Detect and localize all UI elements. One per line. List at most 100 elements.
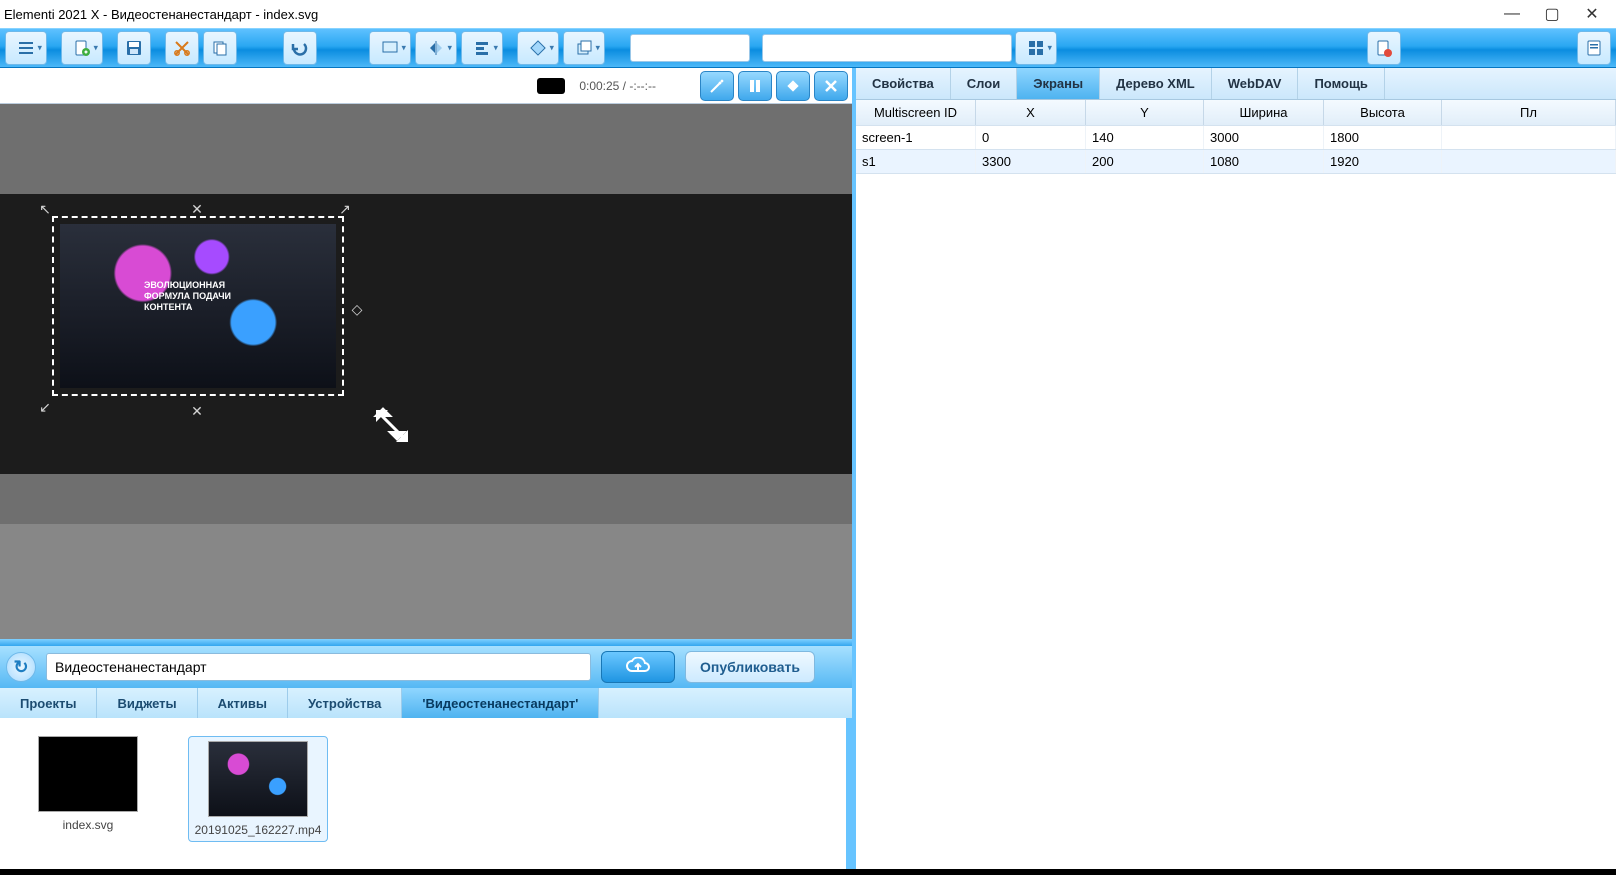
right-tabs: Свойства Слои Экраны Дерево XML WebDAV П… — [856, 68, 1616, 100]
refresh-button[interactable]: ↻ — [6, 652, 36, 682]
col-height[interactable]: Высота — [1324, 100, 1442, 125]
tab-current-project[interactable]: 'Видеостенанестандарт' — [402, 688, 599, 718]
window-title: Elementi 2021 X - Видеостенанестандарт -… — [4, 7, 1492, 22]
pause-icon — [748, 79, 762, 93]
publish-button[interactable]: Опубликовать — [685, 651, 815, 683]
right-panel: Свойства Слои Экраны Дерево XML WebDAV П… — [856, 68, 1616, 869]
grid-button[interactable] — [1015, 31, 1057, 65]
handle-tr[interactable]: ↗ — [338, 202, 352, 216]
col-x[interactable]: X — [976, 100, 1086, 125]
selection-box[interactable]: ЭВОЛЮЦИОННАЯ ФОРМУЛА ПОДАЧИ КОНТЕНТА — [52, 216, 344, 396]
copy-button[interactable] — [203, 31, 237, 65]
layers-icon — [575, 39, 593, 57]
handle-right[interactable]: ◇ — [350, 302, 364, 316]
table-row[interactable]: screen-1 0 140 3000 1800 — [856, 126, 1616, 150]
main-toolbar — [0, 28, 1616, 68]
toolbar-field-2[interactable] — [762, 34, 1012, 62]
next-button[interactable] — [776, 71, 810, 101]
undo-button[interactable] — [283, 31, 317, 65]
diamond-icon — [528, 38, 548, 58]
align-icon — [473, 39, 491, 57]
project-name-input[interactable] — [46, 653, 591, 681]
col-id[interactable]: Multiscreen ID — [856, 100, 976, 125]
scissors-icon — [173, 39, 191, 57]
asset-thumbnail — [208, 741, 308, 817]
tab-devices[interactable]: Устройства — [288, 688, 402, 718]
preview-time: 0:00:25 / -:--:-- — [579, 79, 656, 93]
document-plus-icon — [73, 39, 91, 57]
canvas[interactable]: ЭВОЛЮЦИОННАЯ ФОРМУЛА ПОДАЧИ КОНТЕНТА ◇ ◇… — [0, 104, 852, 524]
save-button[interactable] — [117, 31, 151, 65]
toolbar-field-1[interactable] — [630, 34, 750, 62]
close-icon — [824, 79, 838, 93]
menu-button[interactable] — [5, 31, 47, 65]
wand-button[interactable] — [700, 71, 734, 101]
close-button[interactable]: ✕ — [1572, 0, 1612, 28]
screen-button[interactable] — [369, 31, 411, 65]
canvas-below — [0, 524, 852, 639]
screen-icon — [381, 40, 399, 56]
tab-screens[interactable]: Экраны — [1017, 68, 1100, 99]
publish-bar: ↻ Опубликовать — [0, 646, 852, 688]
doc-button[interactable] — [1577, 31, 1611, 65]
menu-icon — [17, 39, 35, 57]
bottom-border — [0, 869, 1616, 875]
handle-bottom[interactable]: ✕ — [190, 404, 204, 418]
asset-label: index.svg — [63, 818, 114, 832]
tab-xml-tree[interactable]: Дерево XML — [1100, 68, 1212, 99]
layer-button[interactable] — [563, 31, 605, 65]
col-width[interactable]: Ширина — [1204, 100, 1324, 125]
table-row[interactable]: s1 3300 200 1080 1920 — [856, 150, 1616, 174]
tab-properties[interactable]: Свойства — [856, 68, 951, 99]
cut-button[interactable] — [165, 31, 199, 65]
left-panel: 0:00:25 / -:--:-- ЭВОЛЮЦИОННАЯ — [0, 68, 856, 869]
diamond-play-icon — [785, 78, 801, 94]
flip-icon — [427, 39, 445, 57]
bottom-tabs: Проекты Виджеты Активы Устройства 'Видео… — [0, 688, 852, 718]
tab-projects[interactable]: Проекты — [0, 688, 97, 718]
main-split: 0:00:25 / -:--:-- ЭВОЛЮЦИОННАЯ — [0, 68, 1616, 869]
screens-table: Multiscreen ID X Y Ширина Высота Пл scre… — [856, 100, 1616, 174]
asset-label: 20191025_162227.mp4 — [195, 823, 322, 837]
publish-button-label: Опубликовать — [700, 659, 800, 675]
doc-warn-button[interactable] — [1367, 31, 1401, 65]
asset-item[interactable]: 20191025_162227.mp4 — [188, 736, 328, 842]
handle-top[interactable]: ✕ — [190, 202, 204, 216]
copy-icon — [211, 39, 229, 57]
pause-button[interactable] — [738, 71, 772, 101]
shape-button[interactable] — [517, 31, 559, 65]
preview-mini-icon — [537, 78, 565, 94]
asset-item[interactable]: index.svg — [18, 736, 158, 832]
h-divider[interactable] — [0, 639, 852, 646]
titlebar: Elementi 2021 X - Видеостенанестандарт -… — [0, 0, 1616, 28]
video-caption: ЭВОЛЮЦИОННАЯ ФОРМУЛА ПОДАЧИ КОНТЕНТА — [144, 280, 231, 312]
handle-bl[interactable]: ↙ — [38, 400, 52, 414]
new-button[interactable] — [61, 31, 103, 65]
cloud-upload-button[interactable] — [601, 651, 675, 683]
table-header: Multiscreen ID X Y Ширина Высота Пл — [856, 100, 1616, 126]
undo-icon — [290, 39, 310, 57]
wand-icon — [708, 77, 726, 95]
cloud-upload-icon — [624, 657, 652, 677]
resize-cursor-icon — [374, 408, 410, 444]
stage[interactable]: ЭВОЛЮЦИОННАЯ ФОРМУЛА ПОДАЧИ КОНТЕНТА ◇ ◇… — [0, 194, 852, 474]
handle-tl[interactable]: ↖ — [38, 202, 52, 216]
tab-assets[interactable]: Активы — [198, 688, 288, 718]
grid-icon — [1027, 39, 1045, 57]
minimize-button[interactable]: — — [1492, 0, 1532, 28]
tab-help[interactable]: Помощь — [1298, 68, 1384, 99]
close-preview-button[interactable] — [814, 71, 848, 101]
asset-panel: index.svg 20191025_162227.mp4 — [0, 718, 852, 869]
maximize-button[interactable]: ▢ — [1532, 0, 1572, 28]
tab-widgets[interactable]: Виджеты — [97, 688, 197, 718]
document-alert-icon — [1375, 39, 1393, 57]
col-y[interactable]: Y — [1086, 100, 1204, 125]
asset-thumbnail — [38, 736, 138, 812]
align-button[interactable] — [461, 31, 503, 65]
tab-layers[interactable]: Слои — [951, 68, 1017, 99]
tab-webdav[interactable]: WebDAV — [1212, 68, 1299, 99]
save-icon — [125, 39, 143, 57]
preview-toolbar: 0:00:25 / -:--:-- — [0, 68, 852, 104]
flip-button[interactable] — [415, 31, 457, 65]
col-last[interactable]: Пл — [1442, 100, 1616, 125]
